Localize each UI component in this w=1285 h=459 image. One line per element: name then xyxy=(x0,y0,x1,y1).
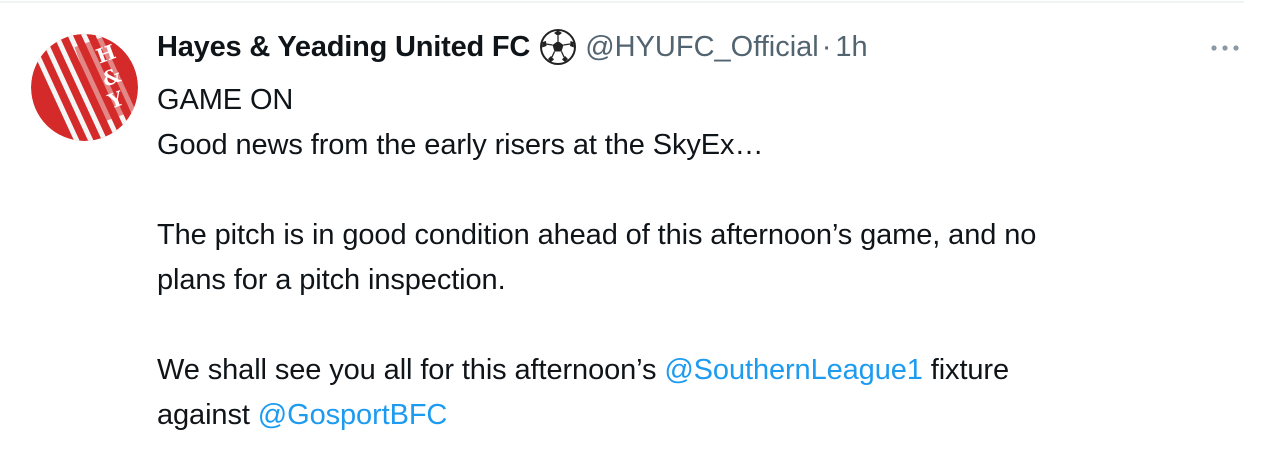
header-separator: · xyxy=(821,30,832,63)
tweet-text-line-5-start: We shall see you all for this afternoon’… xyxy=(157,354,665,386)
tweet-text-line-6-start: against xyxy=(157,399,258,431)
tweet-text-line-4: plans for a pitch inspection. xyxy=(157,264,506,296)
tweet-text-line-3: The pitch is in good condition ahead of … xyxy=(157,219,1037,251)
tweet-text-line-2: Good news from the early risers at the S… xyxy=(157,129,764,161)
tweet-text-line-1: GAME ON xyxy=(157,84,294,116)
tweet-text-line-6: against @GosportBFC xyxy=(157,393,1237,438)
tweet-timestamp[interactable]: 1h xyxy=(835,31,867,64)
tweet-card[interactable]: H & Y Hayes & Yeading United FC @HYUFC_O… xyxy=(0,0,1285,459)
tweet-header: Hayes & Yeading United FC @HYUFC_Officia… xyxy=(157,24,868,70)
avatar[interactable]: H & Y xyxy=(31,34,138,141)
tweet-text-line-5: We shall see you all for this afternoon’… xyxy=(157,348,1237,393)
tweet-text-spacer xyxy=(157,168,1237,213)
mention-gosportbfc[interactable]: @GosportBFC xyxy=(258,399,448,431)
tweet-text: GAME ON Good news from the early risers … xyxy=(157,78,1237,438)
tweet-text-line-5-end: fixture xyxy=(922,354,1010,386)
mention-southernleague1[interactable]: @SouthernLeague1 xyxy=(664,354,923,386)
author-handle[interactable]: @HYUFC_Official xyxy=(585,31,819,64)
author-display-name[interactable]: Hayes & Yeading United FC xyxy=(157,31,530,64)
soccer-ball-icon xyxy=(539,28,577,66)
tweet-text-spacer xyxy=(157,303,1237,348)
more-horizontal-icon[interactable] xyxy=(1204,33,1246,63)
club-crest-icon: H & Y xyxy=(31,34,138,141)
